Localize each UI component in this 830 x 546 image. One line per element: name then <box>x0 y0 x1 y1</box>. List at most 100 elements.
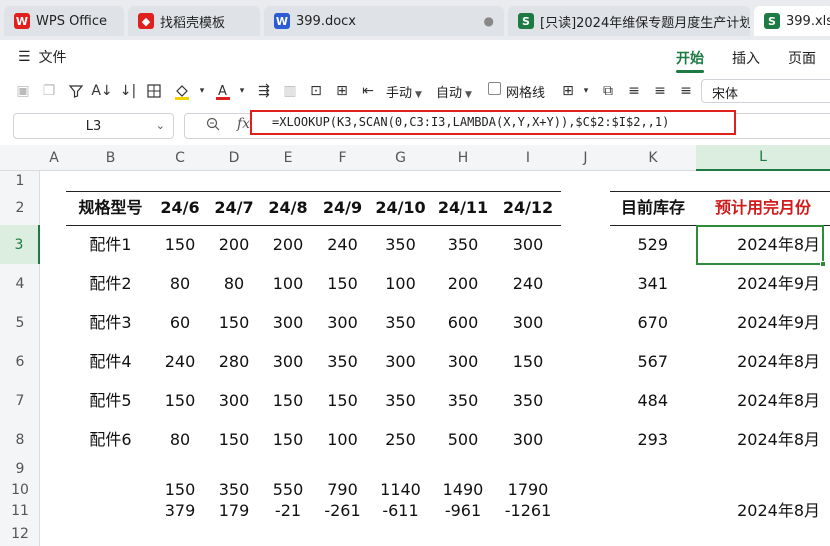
row-header[interactable]: 1 <box>0 171 40 190</box>
remaining-cell[interactable]: -1261 <box>495 500 561 521</box>
quantity-cell[interactable]: 500 <box>431 420 495 459</box>
stock-header-cell[interactable]: 目前库存 <box>610 190 696 225</box>
table-style-icon[interactable]: ⊞ <box>332 81 352 101</box>
document-tab[interactable]: S [只读]2024年维保专题月度生产计划及 <box>508 6 750 36</box>
quantity-cell[interactable]: 300 <box>315 303 370 342</box>
row-header[interactable]: 5 <box>0 303 40 342</box>
stock-cell[interactable]: 484 <box>610 381 696 420</box>
quantity-cell[interactable]: 100 <box>261 264 315 303</box>
quantity-cell[interactable]: 150 <box>315 381 370 420</box>
column-header[interactable]: A <box>40 145 68 171</box>
row-header[interactable]: 11 <box>0 500 40 521</box>
ribbon-tab-page[interactable]: 页面 <box>788 48 816 68</box>
remaining-cell[interactable]: -261 <box>315 500 370 521</box>
column-header[interactable]: B <box>68 145 153 171</box>
remaining-cell[interactable]: 379 <box>153 500 207 521</box>
quantity-cell[interactable]: 240 <box>315 225 370 264</box>
gridlines-checkbox[interactable] <box>488 82 501 95</box>
cumulative-cell[interactable]: 790 <box>315 479 370 500</box>
column-header[interactable]: F <box>315 145 370 171</box>
column-header[interactable]: J <box>561 145 610 171</box>
fill-color-icon[interactable] <box>172 81 192 101</box>
document-tab[interactable]: S 399.xlsx <box>754 6 830 36</box>
font-family-select[interactable]: 宋体 <box>701 79 830 103</box>
align-left-icon[interactable]: ≡ <box>624 81 644 101</box>
month-result-cell[interactable]: 2024年8月 <box>696 342 830 381</box>
quantity-cell[interactable]: 300 <box>261 303 315 342</box>
cumulative-cell[interactable]: 1140 <box>370 479 431 500</box>
part-name-cell[interactable]: 配件3 <box>68 303 153 342</box>
stock-cell[interactable]: 670 <box>610 303 696 342</box>
file-menu-button[interactable]: ☰ 文件 <box>18 47 67 67</box>
cumulative-cell[interactable]: 550 <box>261 479 315 500</box>
zoom-icon[interactable] <box>206 117 220 135</box>
cumulative-cell[interactable]: 350 <box>207 479 261 500</box>
quantity-cell[interactable]: 150 <box>315 264 370 303</box>
stock-cell[interactable]: 293 <box>610 420 696 459</box>
row-header[interactable]: 6 <box>0 342 40 381</box>
quantity-cell[interactable]: 300 <box>207 381 261 420</box>
fill-handle[interactable] <box>820 261 826 267</box>
quantity-cell[interactable]: 300 <box>370 342 431 381</box>
row-header[interactable]: 8 <box>0 420 40 459</box>
part-name-cell[interactable]: 配件2 <box>68 264 153 303</box>
quantity-cell[interactable]: 150 <box>207 303 261 342</box>
document-tab[interactable]: ◆ 找稻壳模板 <box>128 6 260 36</box>
quantity-cell[interactable]: 280 <box>207 342 261 381</box>
format-icon[interactable]: ⊡ <box>306 81 326 101</box>
quantity-cell[interactable]: 350 <box>370 225 431 264</box>
cell-format-dropdown-icon[interactable]: ▾ <box>576 81 596 101</box>
freeze-icon[interactable]: ⇤ <box>358 81 378 101</box>
quantity-cell[interactable]: 80 <box>207 264 261 303</box>
table-header-cell[interactable]: 24/12 <box>495 190 561 225</box>
month-result-cell[interactable]: 2024年8月 <box>696 381 830 420</box>
quantity-cell[interactable]: 250 <box>370 420 431 459</box>
copy-icon[interactable]: ❐ <box>39 81 59 101</box>
merge-cells-icon[interactable]: ▥ <box>280 81 300 101</box>
month-result-cell[interactable]: 2024年8月 <box>696 500 830 521</box>
document-tab[interactable]: W WPS Office <box>4 6 124 36</box>
table-header-cell[interactable]: 24/11 <box>431 190 495 225</box>
row-header[interactable]: 3 <box>0 225 40 264</box>
month-result-cell[interactable]: 2024年8月 <box>696 420 830 459</box>
ribbon-tab-home[interactable]: 开始 <box>676 48 704 68</box>
stock-cell[interactable]: 529 <box>610 225 696 264</box>
quantity-cell[interactable]: 300 <box>261 342 315 381</box>
align-center-icon[interactable]: ≡ <box>650 81 670 101</box>
quantity-cell[interactable]: 350 <box>431 381 495 420</box>
fill-color-dropdown-icon[interactable]: ▾ <box>192 81 212 101</box>
quantity-cell[interactable]: 80 <box>153 420 207 459</box>
document-tab[interactable]: W 399.docx ● <box>264 6 504 36</box>
formula-text[interactable]: =XLOOKUP(K3,SCAN(0,C3:I3,LAMBDA(X,Y,X+Y)… <box>250 110 736 135</box>
cell-format-icon[interactable]: ⊞ <box>558 81 578 101</box>
cumulative-cell[interactable]: 1790 <box>495 479 561 500</box>
name-box[interactable]: L3 ⌄ <box>13 113 174 139</box>
modified-dot-icon[interactable]: ● <box>484 14 494 28</box>
column-header[interactable]: G <box>370 145 431 171</box>
column-header[interactable]: H <box>431 145 495 171</box>
quantity-cell[interactable]: 80 <box>153 264 207 303</box>
filter-icon[interactable] <box>66 81 86 101</box>
part-name-cell[interactable]: 配件4 <box>68 342 153 381</box>
quantity-cell[interactable]: 350 <box>370 303 431 342</box>
quantity-cell[interactable]: 200 <box>261 225 315 264</box>
month-header-cell[interactable]: 预计用完月份 <box>696 190 830 225</box>
row-header[interactable]: 2 <box>0 190 40 225</box>
month-result-cell[interactable]: 2024年9月 <box>696 264 830 303</box>
row-header[interactable]: 10 <box>0 479 40 500</box>
column-header[interactable]: L <box>696 145 830 171</box>
table-header-cell[interactable]: 24/9 <box>315 190 370 225</box>
quantity-cell[interactable]: 100 <box>370 264 431 303</box>
remaining-cell[interactable]: -961 <box>431 500 495 521</box>
stock-cell[interactable]: 567 <box>610 342 696 381</box>
align-right-icon[interactable]: ≡ <box>676 81 696 101</box>
quantity-cell[interactable]: 300 <box>495 303 561 342</box>
table-header-cell[interactable]: 24/6 <box>153 190 207 225</box>
table-header-cell[interactable]: 24/8 <box>261 190 315 225</box>
cumulative-cell[interactable]: 1490 <box>431 479 495 500</box>
quantity-cell[interactable]: 300 <box>495 225 561 264</box>
quantity-cell[interactable]: 300 <box>431 342 495 381</box>
column-header[interactable]: I <box>495 145 561 171</box>
font-color-icon[interactable]: A <box>213 81 233 101</box>
quantity-cell[interactable]: 600 <box>431 303 495 342</box>
